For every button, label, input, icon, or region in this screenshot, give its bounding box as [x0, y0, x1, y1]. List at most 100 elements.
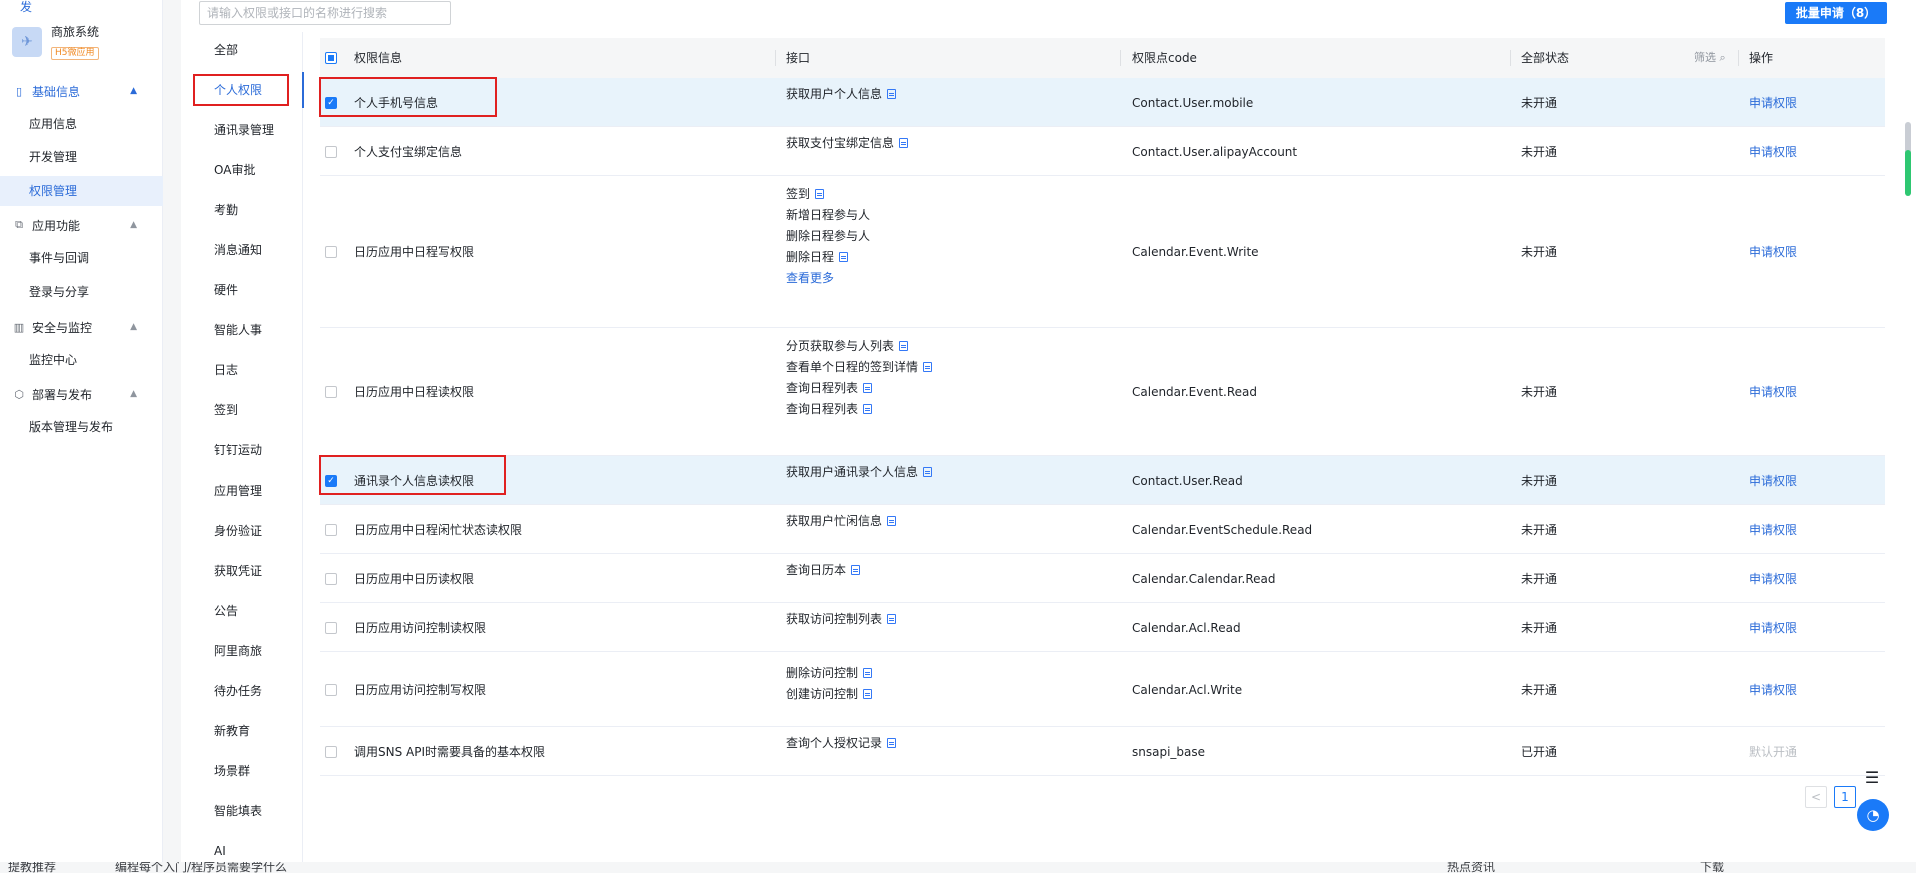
api-item[interactable]: 删除访问控制: [786, 663, 873, 684]
doc-link-icon[interactable]: [923, 362, 933, 372]
api-item[interactable]: 查询个人授权记录: [786, 730, 897, 756]
api-item[interactable]: 获取用户个人信息: [786, 81, 897, 107]
column-divider: [775, 50, 776, 66]
category-item[interactable]: 新教育: [181, 713, 303, 749]
nav-group-security-monitoring[interactable]: ▥ 安全与监控 ▲: [0, 313, 163, 341]
category-item[interactable]: OA审批: [181, 152, 303, 188]
row-checkbox[interactable]: [325, 745, 337, 758]
api-item[interactable]: 查询日程列表: [786, 399, 932, 420]
api-item[interactable]: 删除日程: [786, 247, 870, 268]
bottom-news-item[interactable]: 编程每个入门/程序员需要学什么: [115, 862, 287, 873]
row-checkbox[interactable]: [325, 386, 337, 398]
permission-name: 调用SNS API时需要具备的基本权限: [354, 744, 546, 759]
category-item[interactable]: 身份验证: [181, 513, 303, 549]
api-item[interactable]: 获取用户通讯录个人信息: [786, 459, 933, 485]
sidebar-item-version-release[interactable]: 版本管理与发布: [0, 412, 163, 442]
apply-permission-link[interactable]: 申请权限: [1749, 681, 1797, 699]
default-enabled-label: 默认开通: [1749, 744, 1798, 759]
pager-prev-button[interactable]: <: [1805, 786, 1827, 808]
row-checkbox[interactable]: [325, 145, 337, 158]
category-item[interactable]: 智能人事: [181, 312, 303, 348]
doc-link-icon[interactable]: [923, 467, 933, 477]
doc-link-icon[interactable]: [887, 614, 897, 624]
sidebar-item-login-share[interactable]: 登录与分享: [0, 277, 163, 307]
doc-link-icon[interactable]: [851, 565, 861, 575]
row-checkbox[interactable]: [325, 683, 337, 696]
batch-apply-button[interactable]: 批量申请（8）: [1785, 2, 1887, 24]
category-item[interactable]: 钉钉运动: [181, 432, 303, 468]
bottom-download[interactable]: 下载: [1700, 862, 1724, 873]
category-item[interactable]: 通讯录管理: [181, 112, 303, 148]
permission-code: Contact.User.alipayAccount: [1132, 144, 1298, 159]
doc-link-icon[interactable]: [899, 341, 909, 351]
api-item[interactable]: 分页获取参与人列表: [786, 336, 932, 357]
api-item[interactable]: 创建访问控制: [786, 684, 873, 705]
permission-search-input[interactable]: 请输入权限或接口的名称进行搜索: [199, 1, 451, 25]
sidebar-item-app-info[interactable]: 应用信息: [0, 109, 163, 139]
doc-link-icon[interactable]: [899, 138, 909, 148]
app-card[interactable]: ✈ 商旅系统 H5微应用: [12, 24, 99, 60]
select-all-checkbox[interactable]: [325, 52, 337, 64]
doc-link-icon[interactable]: [863, 404, 873, 414]
bottom-hot-news[interactable]: 热点资讯: [1447, 862, 1495, 873]
api-item[interactable]: 查询日历本: [786, 557, 861, 583]
sidebar-item-dev-management[interactable]: 开发管理: [0, 142, 163, 172]
apply-permission-link[interactable]: 申请权限: [1749, 472, 1797, 490]
category-item[interactable]: 签到: [181, 392, 303, 428]
api-item[interactable]: 查看单个日程的签到详情: [786, 357, 933, 378]
bottom-recommend[interactable]: 提教推荐: [8, 862, 56, 873]
row-checkbox[interactable]: [325, 523, 337, 536]
nav-group-deploy-release[interactable]: ⬡ 部署与发布 ▲: [0, 380, 163, 408]
sidebar-item-monitoring-center[interactable]: 监控中心: [0, 345, 163, 375]
api-name: 获取访问控制列表: [786, 612, 883, 626]
api-item[interactable]: 获取访问控制列表: [786, 606, 897, 632]
category-item[interactable]: 硬件: [181, 272, 303, 308]
category-item[interactable]: 阿里商旅: [181, 633, 303, 669]
doc-link-icon[interactable]: [887, 738, 897, 748]
permission-code: Contact.User.Read: [1132, 473, 1243, 488]
nav-group-app-features[interactable]: ⧉ 应用功能 ▲: [0, 211, 163, 239]
api-name: 查看单个日程的签到详情: [786, 360, 919, 374]
status-filter[interactable]: 筛选 ⌕: [1694, 38, 1726, 78]
api-item[interactable]: 签到: [786, 184, 870, 205]
api-item[interactable]: 获取用户忙闲信息: [786, 508, 897, 534]
apply-permission-link[interactable]: 申请权限: [1749, 619, 1797, 637]
category-item[interactable]: 公告: [181, 593, 303, 629]
apply-permission-link[interactable]: 申请权限: [1749, 94, 1797, 112]
category-item[interactable]: 待办任务: [181, 673, 303, 709]
category-item[interactable]: 智能填表: [181, 793, 303, 829]
sidebar-item-permission-management[interactable]: 权限管理: [0, 176, 163, 206]
apply-permission-link[interactable]: 申请权限: [1749, 143, 1797, 161]
api-item[interactable]: 新增日程参与人: [786, 205, 870, 226]
row-checkbox[interactable]: [325, 246, 337, 258]
chat-assistant-icon[interactable]: ◔: [1857, 799, 1889, 831]
doc-link-icon[interactable]: [887, 89, 897, 99]
pager-page-1[interactable]: 1: [1834, 786, 1856, 808]
apply-permission-link[interactable]: 申请权限: [1749, 521, 1797, 539]
apply-permission-link[interactable]: 申请权限: [1749, 243, 1797, 261]
category-item[interactable]: 应用管理: [181, 473, 303, 509]
view-more-link[interactable]: 查看更多: [786, 268, 870, 289]
api-item[interactable]: 删除日程参与人: [786, 226, 870, 247]
category-item[interactable]: 考勤: [181, 192, 303, 228]
category-item[interactable]: 日志: [181, 352, 303, 388]
api-item[interactable]: 查询日程列表: [786, 378, 932, 399]
category-item[interactable]: 全部: [181, 32, 303, 68]
nav-group-basic-info[interactable]: ▯ 基础信息 ▲: [0, 77, 163, 105]
category-item[interactable]: 场景群: [181, 753, 303, 789]
doc-link-icon[interactable]: [839, 252, 849, 262]
row-checkbox[interactable]: [325, 621, 337, 634]
list-menu-icon[interactable]: ☰: [1858, 764, 1886, 792]
doc-link-icon[interactable]: [863, 383, 873, 393]
doc-link-icon[interactable]: [863, 689, 873, 699]
doc-link-icon[interactable]: [887, 516, 897, 526]
category-item[interactable]: 消息通知: [181, 232, 303, 268]
apply-permission-link[interactable]: 申请权限: [1749, 383, 1797, 401]
api-item[interactable]: 获取支付宝绑定信息: [786, 130, 909, 156]
doc-link-icon[interactable]: [863, 668, 873, 678]
sidebar-item-events-callbacks[interactable]: 事件与回调: [0, 243, 163, 273]
apply-permission-link[interactable]: 申请权限: [1749, 570, 1797, 588]
category-item[interactable]: 获取凭证: [181, 553, 303, 589]
row-checkbox[interactable]: [325, 572, 337, 585]
doc-link-icon[interactable]: [815, 189, 825, 199]
